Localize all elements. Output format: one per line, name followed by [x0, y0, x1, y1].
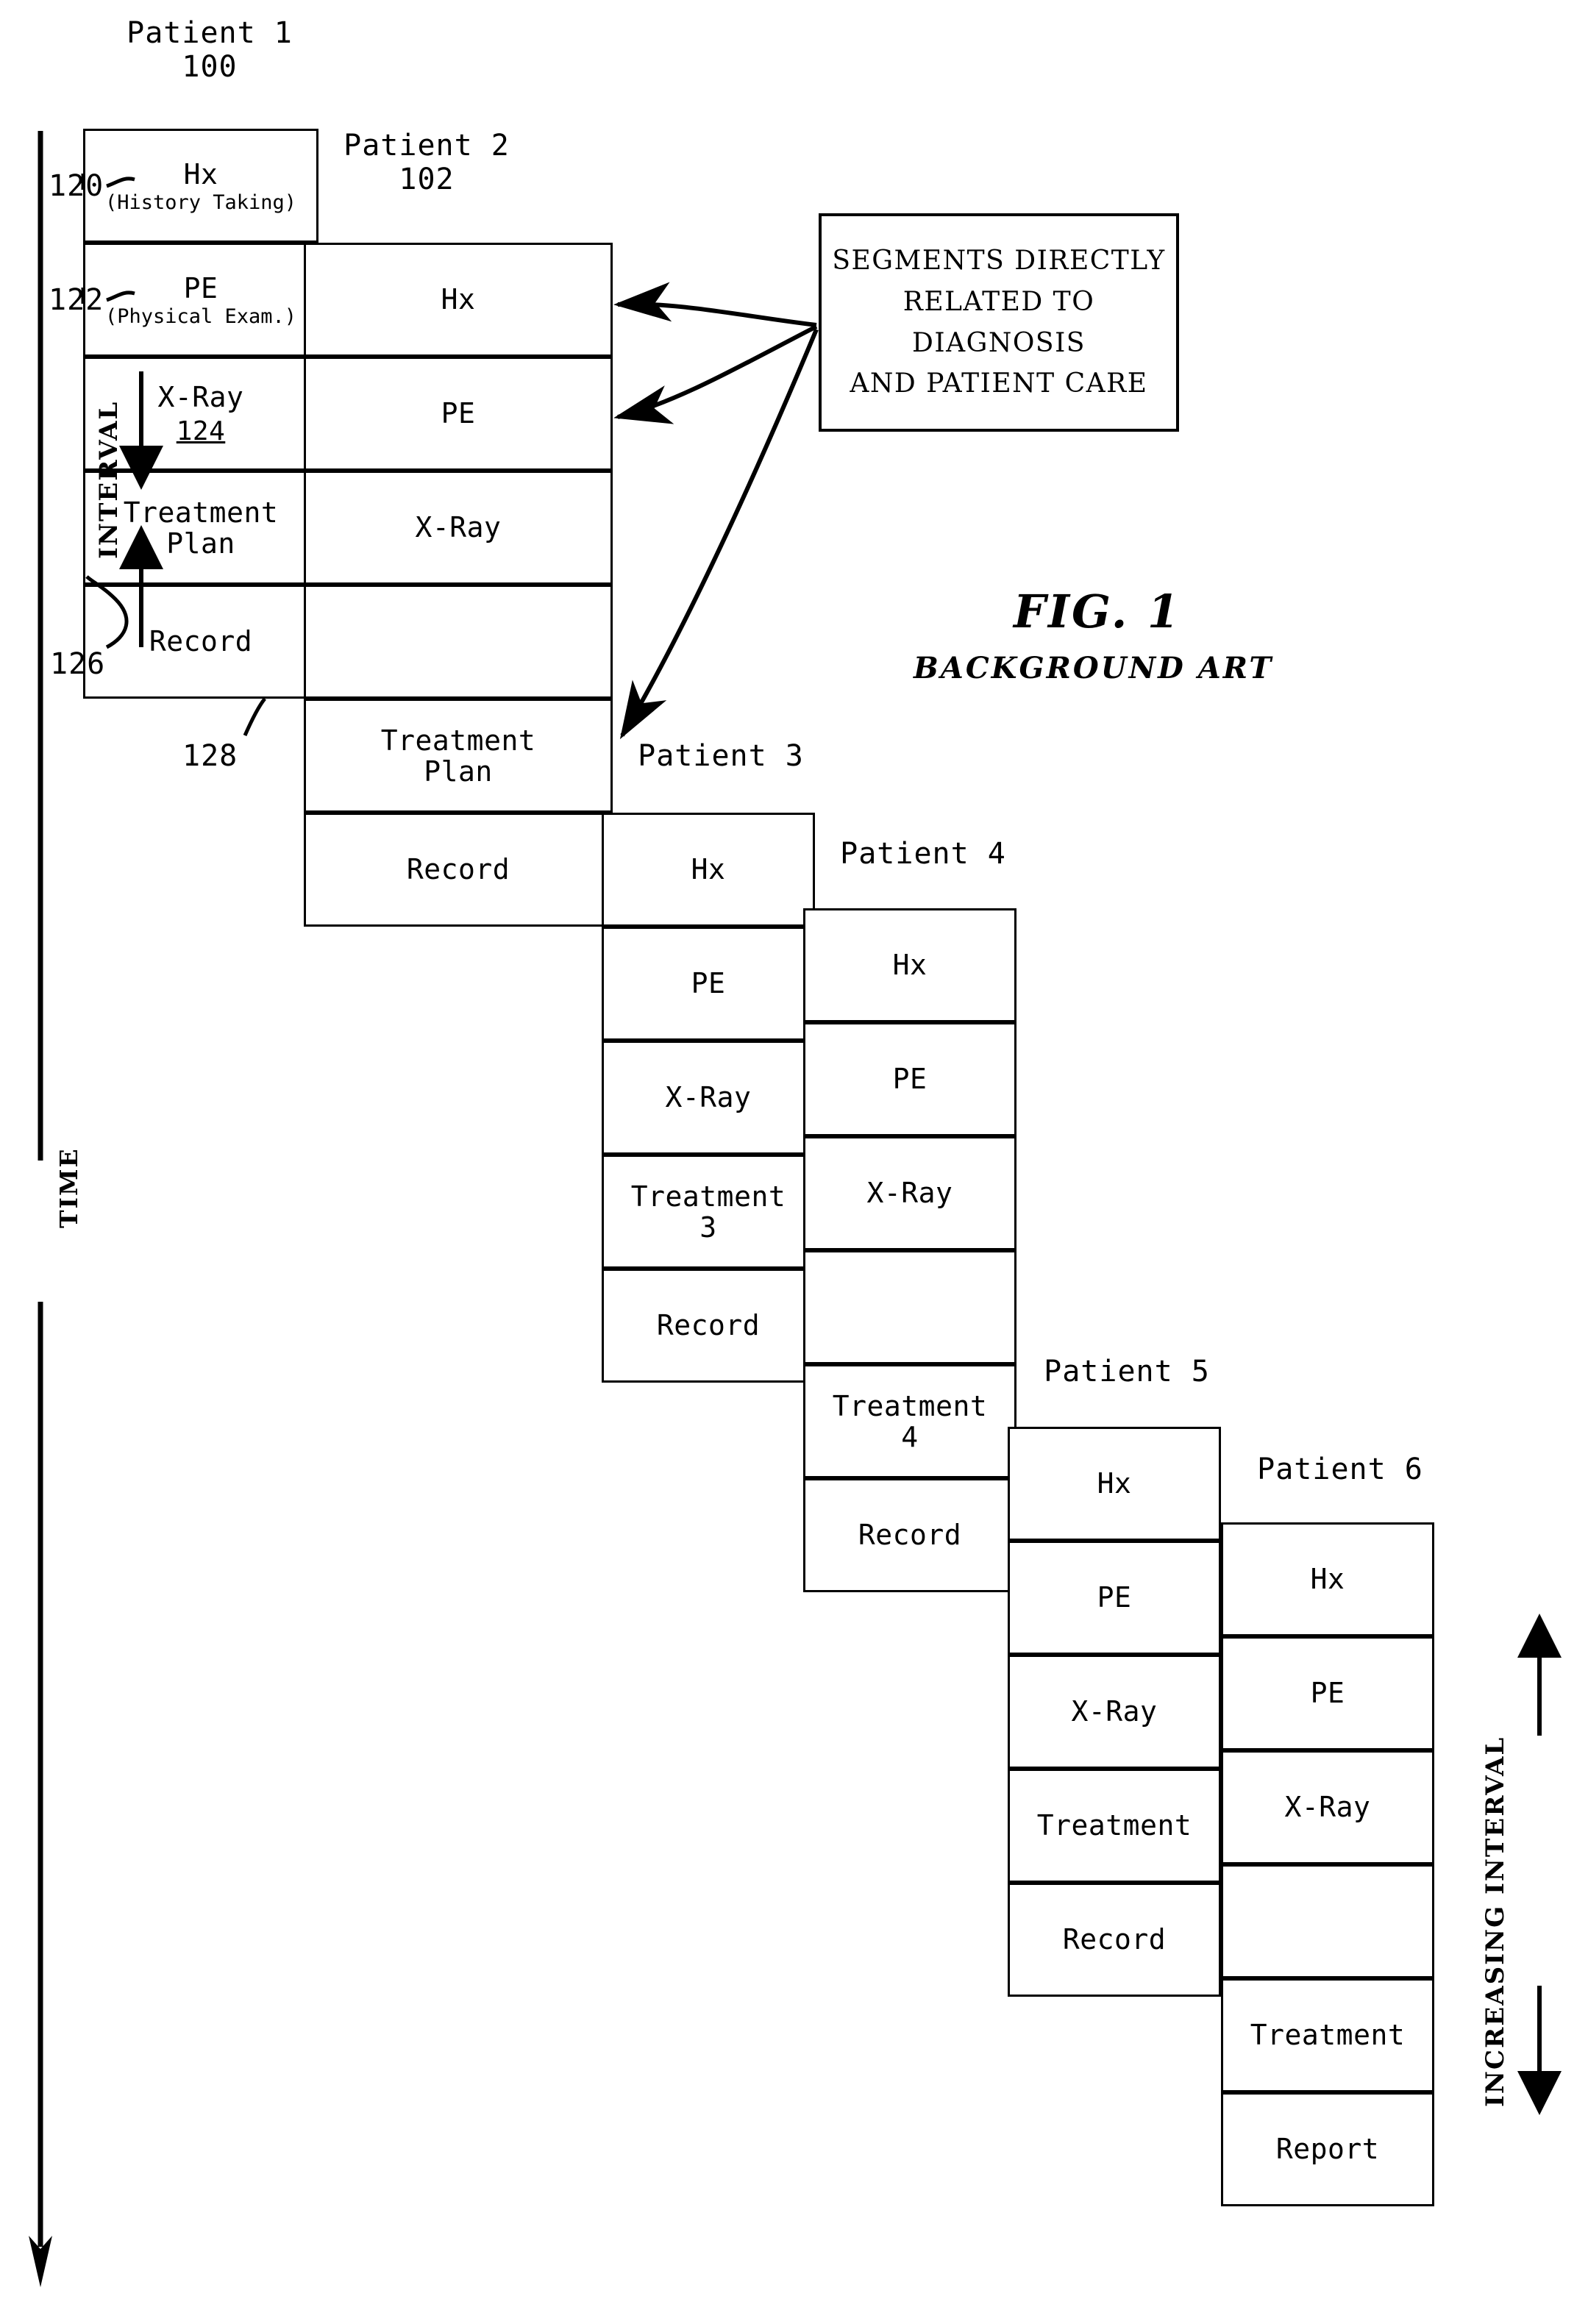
- cell-label: Treatment: [380, 724, 536, 757]
- cell-p6-xray[interactable]: X-Ray: [1221, 1750, 1434, 1864]
- callout-line-1: SEGMENTS DIRECTLY: [832, 245, 1166, 276]
- reference-number-122: 122: [49, 283, 104, 317]
- cell-label: Treatment: [123, 496, 279, 529]
- cell-label: Hx: [892, 949, 927, 982]
- column-title-patient-2: Patient 2: [343, 129, 510, 163]
- cell-p1-hx[interactable]: Hx (History Taking): [83, 129, 318, 243]
- cell-label: Report: [1275, 2133, 1380, 2166]
- figure-subtitle: BACKGROUND ART: [914, 651, 1274, 685]
- cell-p3-hx[interactable]: Hx: [602, 813, 815, 927]
- cell-p5-treatment[interactable]: Treatment: [1008, 1769, 1221, 1883]
- callout-line-3: AND PATIENT CARE: [850, 368, 1148, 399]
- interval-axis-label: INTERVAL: [94, 400, 124, 559]
- cell-p2-pe[interactable]: PE: [304, 357, 613, 471]
- cell-p4-pe[interactable]: PE: [803, 1022, 1016, 1136]
- cell-sublabel: (Physical Exam.): [104, 304, 297, 328]
- patent-figure-sheet: Patient 1 100 Hx (History Taking) PE (Ph…: [0, 0, 1588, 2324]
- cell-p6-empty[interactable]: [1221, 1864, 1434, 1978]
- column-title-patient-6: Patient 6: [1257, 1452, 1423, 1486]
- cell-p4-hx[interactable]: Hx: [803, 908, 1016, 1022]
- cell-label: Hx: [1097, 1467, 1132, 1500]
- cell-label: Record: [858, 1519, 962, 1552]
- cell-label: Treatment: [1036, 1809, 1192, 1842]
- cell-p4-empty[interactable]: [803, 1250, 1016, 1364]
- cell-label: Treatment: [832, 1389, 988, 1422]
- cell-p4-treatment-4[interactable]: Treatment 4: [803, 1364, 1016, 1478]
- cell-p4-xray[interactable]: X-Ray: [803, 1136, 1016, 1250]
- cell-label-line2: 4: [901, 1420, 919, 1453]
- cell-p4-record[interactable]: Record: [803, 1478, 1016, 1592]
- cell-label: Treatment: [1250, 2019, 1406, 2052]
- cell-label: PE: [1310, 1677, 1345, 1710]
- cell-p6-treatment[interactable]: Treatment: [1221, 1978, 1434, 2092]
- cell-p6-pe[interactable]: PE: [1221, 1636, 1434, 1750]
- cell-p3-pe[interactable]: PE: [602, 927, 815, 1041]
- column-title-patient-5: Patient 5: [1044, 1355, 1210, 1389]
- cell-label-line2: 3: [699, 1211, 717, 1244]
- cell-p2-record[interactable]: Record: [304, 813, 613, 927]
- figure-title: FIG. 1: [1014, 585, 1182, 638]
- cell-label: Treatment: [630, 1180, 786, 1213]
- cell-p2-xray[interactable]: X-Ray: [304, 471, 613, 585]
- cell-p2-empty[interactable]: [304, 585, 613, 699]
- column-number-patient-2: 102: [399, 163, 455, 196]
- cell-label: Hx: [441, 283, 476, 316]
- cell-label: Record: [1062, 1923, 1167, 1956]
- callout-line-2: RELATED TO DIAGNOSIS: [902, 286, 1095, 358]
- callout-box-segments: SEGMENTS DIRECTLY RELATED TO DIAGNOSIS A…: [819, 213, 1179, 432]
- callout-arrow-to-p2-treatment-plan: [619, 328, 819, 740]
- cell-label: X-Ray: [1071, 1695, 1158, 1728]
- cell-label: X-Ray: [157, 380, 244, 413]
- column-title-patient-4: Patient 4: [840, 837, 1006, 871]
- cell-p6-report[interactable]: Report: [1221, 2092, 1434, 2206]
- cell-refnum-124: 124: [176, 416, 226, 446]
- cell-label: PE: [441, 397, 476, 430]
- lead-line-128: [243, 697, 266, 737]
- reference-number-126: 126: [50, 647, 106, 681]
- callout-arrow-to-p2-hx: [613, 282, 817, 327]
- cell-label: Record: [149, 625, 253, 658]
- column-title-patient-3: Patient 3: [638, 739, 804, 773]
- cell-p3-treatment-3[interactable]: Treatment 3: [602, 1155, 815, 1269]
- cell-label: X-Ray: [1284, 1791, 1371, 1824]
- cell-label: X-Ray: [415, 511, 502, 544]
- cell-sublabel: (History Taking): [104, 190, 297, 214]
- reference-number-128: 128: [182, 739, 238, 773]
- cell-label-line2: Plan: [166, 527, 235, 560]
- cell-label: PE: [691, 967, 726, 1000]
- cell-label: X-Ray: [866, 1177, 953, 1210]
- reference-number-120: 120: [49, 169, 104, 203]
- cell-label: X-Ray: [665, 1081, 752, 1114]
- callout-arrow-to-p2-pe: [613, 324, 818, 424]
- column-number-patient-1: 100: [182, 50, 238, 84]
- cell-label: Hx: [1310, 1563, 1345, 1596]
- cell-p3-record[interactable]: Record: [602, 1269, 815, 1383]
- cell-label: Record: [406, 853, 510, 886]
- column-title-patient-1: Patient 1: [127, 16, 293, 50]
- cell-label: Record: [656, 1309, 761, 1342]
- cell-label: PE: [1097, 1581, 1132, 1614]
- time-axis-line: [29, 131, 52, 2287]
- cell-p6-hx[interactable]: Hx: [1221, 1522, 1434, 1636]
- cell-p5-xray[interactable]: X-Ray: [1008, 1655, 1221, 1769]
- time-axis-label: TIME: [54, 1147, 83, 1228]
- cell-p1-record[interactable]: Record: [83, 585, 318, 699]
- cell-p5-hx[interactable]: Hx: [1008, 1427, 1221, 1541]
- cell-p2-treatment-plan[interactable]: Treatment Plan: [304, 699, 613, 813]
- increasing-interval-axis-label: INCREASING INTERVAL: [1481, 1736, 1510, 2107]
- cell-label: PE: [892, 1063, 927, 1096]
- cell-p1-pe[interactable]: PE (Physical Exam.): [83, 243, 318, 357]
- cell-p2-hx[interactable]: Hx: [304, 243, 613, 357]
- cell-label: Hx: [183, 157, 218, 190]
- cell-p5-pe[interactable]: PE: [1008, 1541, 1221, 1655]
- cell-label: Hx: [691, 853, 726, 886]
- cell-label-line2: Plan: [424, 755, 493, 788]
- cell-label: PE: [183, 271, 218, 304]
- cell-p5-record[interactable]: Record: [1008, 1883, 1221, 1997]
- cell-p3-xray[interactable]: X-Ray: [602, 1041, 815, 1155]
